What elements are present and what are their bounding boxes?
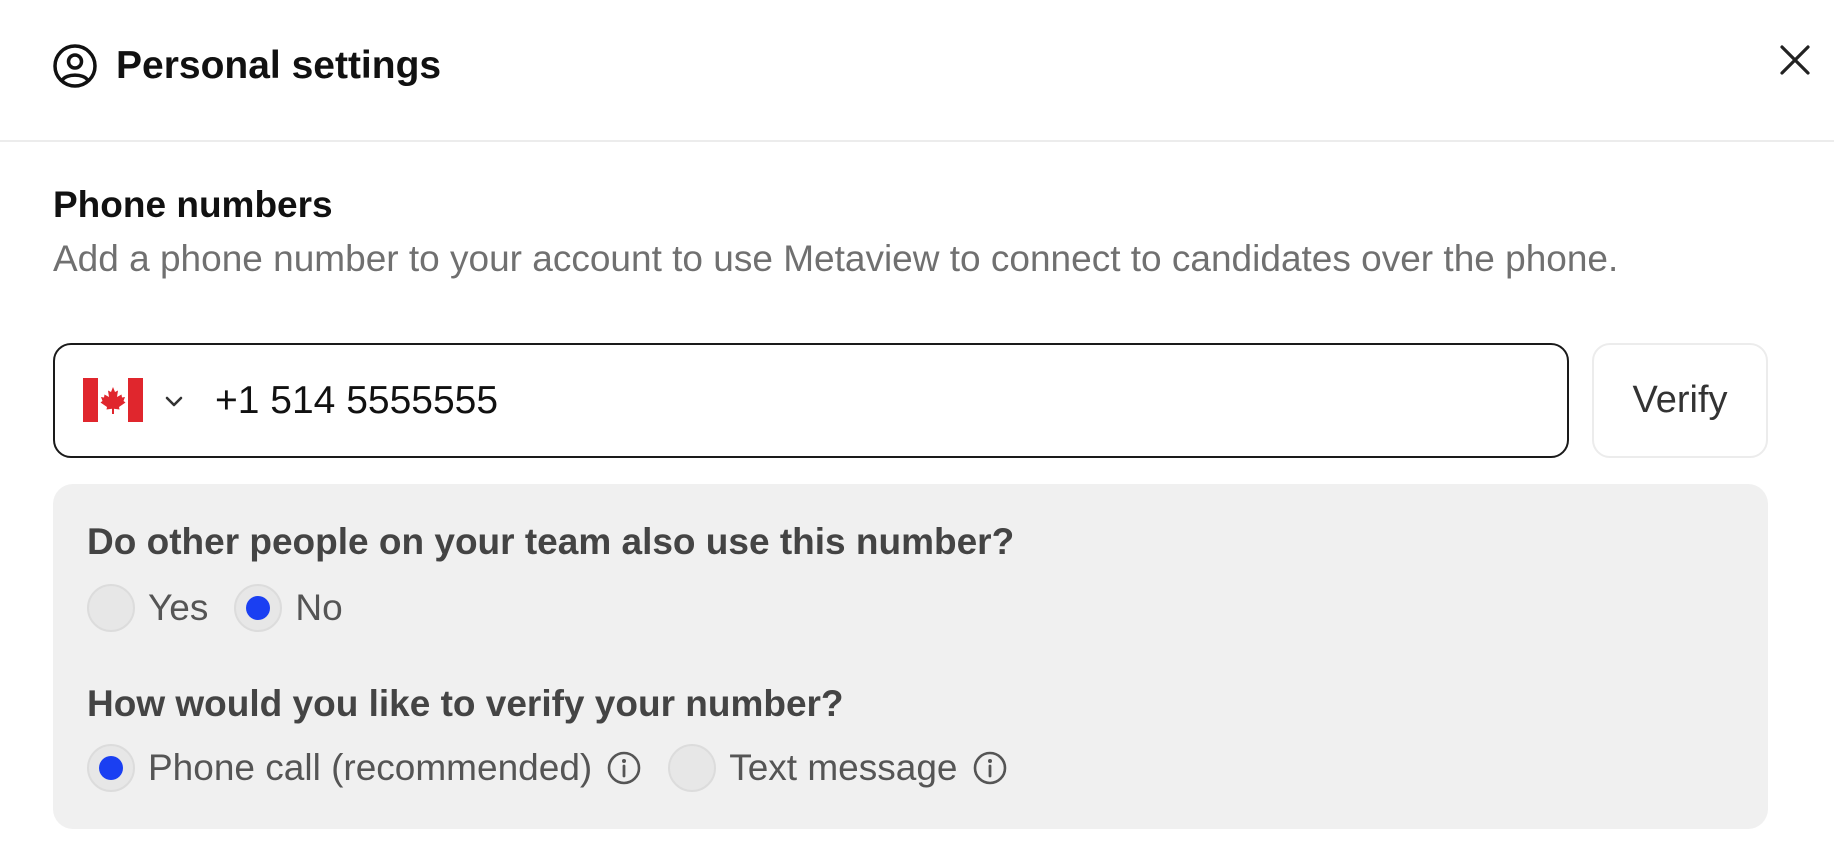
radio-option-no[interactable]: No (234, 584, 343, 632)
radio-button[interactable] (234, 584, 283, 632)
radio-button[interactable] (668, 744, 717, 792)
close-icon[interactable] (1776, 41, 1814, 79)
user-circle-icon (53, 44, 97, 88)
info-icon[interactable] (606, 750, 642, 786)
radio-option-phone-call[interactable]: Phone call (recommended) (87, 744, 642, 792)
radio-button[interactable] (87, 584, 135, 632)
section-title: Phone numbers (53, 184, 333, 225)
radio-label: No (295, 587, 343, 628)
options-panel: Do other people on your team also use th… (53, 484, 1768, 829)
info-icon[interactable] (972, 750, 1008, 786)
shared-number-question: Do other people on your team also use th… (87, 521, 1015, 562)
dialog-title: Personal settings (116, 44, 442, 87)
verify-method-question: How would you like to verify your number… (87, 683, 844, 724)
shared-number-radio-group: Yes No (87, 582, 369, 634)
radio-label: Phone call (recommended) (148, 747, 593, 788)
radio-option-yes[interactable]: Yes (87, 584, 208, 632)
phone-field (53, 343, 1569, 458)
section-description: Add a phone number to your account to us… (53, 238, 1619, 279)
verify-method-radio-group: Phone call (recommended) Text message (87, 742, 1034, 794)
radio-option-text-message[interactable]: Text message (668, 744, 1007, 792)
radio-button[interactable] (87, 744, 135, 792)
verify-button[interactable]: Verify (1592, 343, 1768, 458)
canada-flag-icon (83, 378, 143, 422)
radio-label: Yes (148, 587, 209, 628)
radio-label: Text message (729, 747, 958, 788)
chevron-down-icon (165, 396, 183, 407)
dialog-header: Personal settings (0, 0, 1834, 142)
country-select[interactable] (83, 378, 191, 424)
phone-input[interactable] (215, 367, 1535, 435)
